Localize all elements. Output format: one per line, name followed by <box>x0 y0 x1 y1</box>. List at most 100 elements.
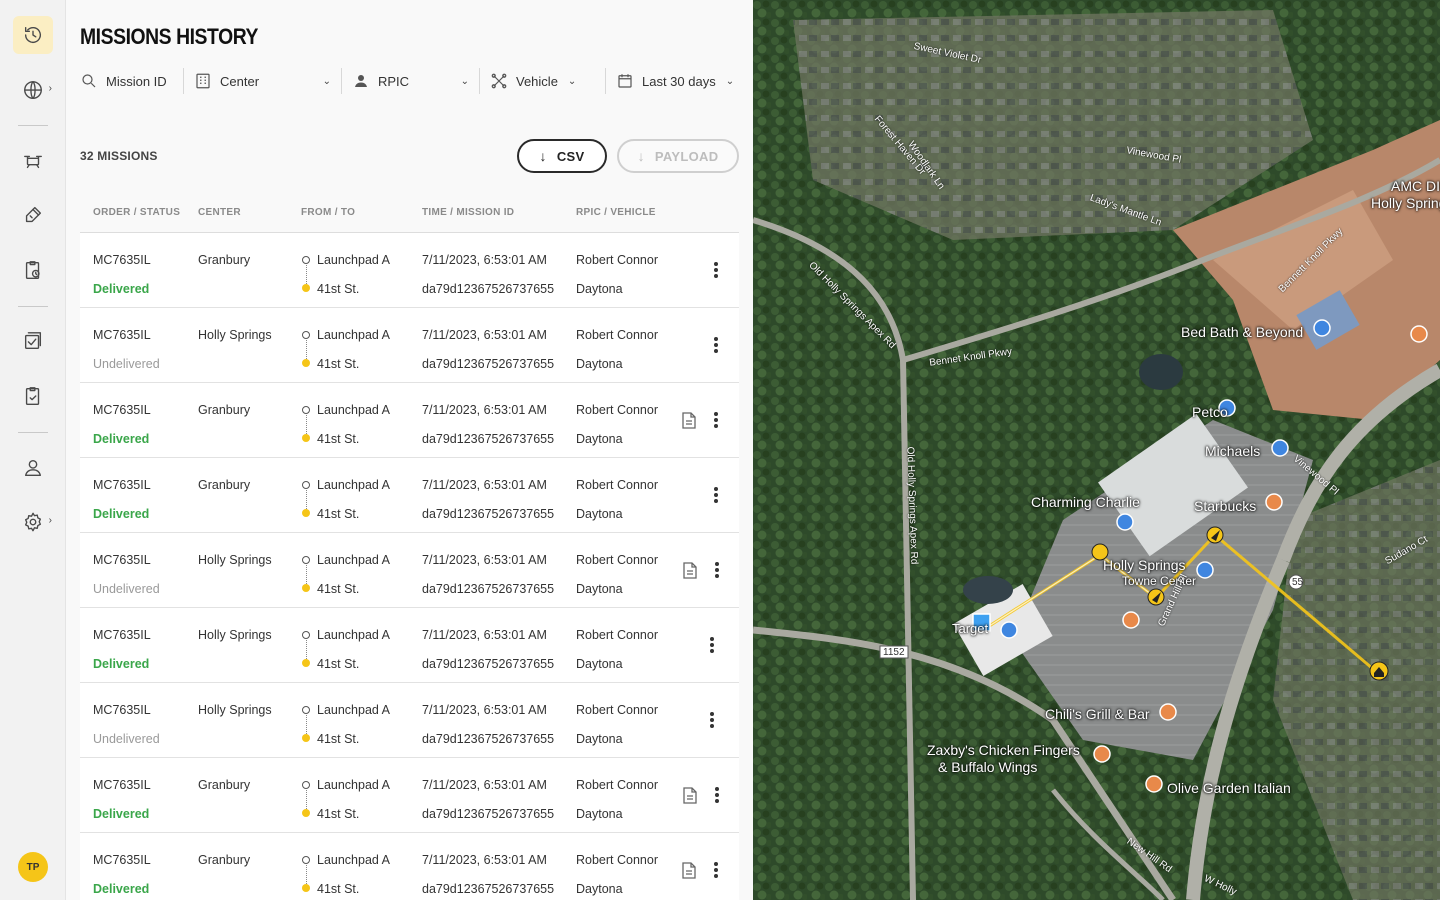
table-row[interactable]: MC7635IL Undelivered Holly Springs Launchpa… <box>80 683 739 758</box>
payload-label: PAYLOAD <box>654 148 719 164</box>
nav-tools[interactable] <box>13 196 53 234</box>
vehicle-name: Daytona <box>576 507 623 521</box>
from-location: Launchpad A <box>317 253 390 267</box>
order-id[interactable]: MC7635IL <box>93 328 151 342</box>
destination-dot-icon <box>302 509 310 517</box>
center-name: Granbury <box>198 253 251 267</box>
status-label: Undelivered <box>93 582 160 596</box>
order-id[interactable]: MC7635IL <box>93 253 151 267</box>
table-row[interactable]: MC7635IL Delivered Granbury Launchpad A 41st… <box>80 233 739 308</box>
mission-id[interactable]: da79d12367526737655 <box>422 657 554 671</box>
document-icon[interactable] <box>682 412 696 429</box>
header-time-mission-id[interactable]: TIME / MISSION ID <box>422 207 514 218</box>
nav-schedule[interactable] <box>13 251 53 289</box>
mission-id[interactable]: da79d12367526737655 <box>422 732 554 746</box>
document-icon[interactable] <box>682 862 696 879</box>
center-dropdown[interactable]: Center ⌄ <box>194 68 342 94</box>
poi-label[interactable]: Starbucks <box>1194 498 1256 514</box>
mission-id[interactable]: da79d12367526737655 <box>422 807 554 821</box>
table-row[interactable]: MC7635IL Delivered Granbury Launchpad A 41st… <box>80 383 739 458</box>
order-id[interactable]: MC7635IL <box>93 628 151 642</box>
order-id[interactable]: MC7635IL <box>93 853 151 867</box>
poi-label[interactable]: Holly Springs <box>1103 557 1185 573</box>
table-row[interactable]: MC7635IL Undelivered Holly Springs Launchpa… <box>80 533 739 608</box>
clipboard-check-icon <box>25 387 40 405</box>
rpic-dropdown[interactable]: RPIC ⌄ <box>352 68 480 94</box>
header-rpic-vehicle[interactable]: RPIC / VEHICLE <box>576 207 656 218</box>
table-row[interactable]: MC7635IL Undelivered Holly Springs Launchpa… <box>80 308 739 383</box>
table-row[interactable]: MC7635IL Delivered Holly Springs Launchpad … <box>80 608 739 683</box>
table-row[interactable]: MC7635IL Delivered Granbury Launchpad A 41st… <box>80 458 739 533</box>
more-options-icon[interactable] <box>710 409 722 431</box>
more-options-icon[interactable] <box>710 259 722 281</box>
nav-user[interactable] <box>13 449 53 487</box>
mission-id[interactable]: da79d12367526737655 <box>422 582 554 596</box>
header-from-to[interactable]: FROM / TO <box>301 207 355 218</box>
csv-button[interactable]: ↓ CSV <box>517 139 607 173</box>
order-id[interactable]: MC7635IL <box>93 778 151 792</box>
nav-globe[interactable]: › <box>13 71 53 109</box>
mission-id[interactable]: da79d12367526737655 <box>422 882 554 896</box>
poi-label[interactable]: Bed Bath & Beyond <box>1181 324 1303 340</box>
map-view[interactable]: AMC DINE Holly Spring Bed Bath & Beyond … <box>753 0 1440 900</box>
to-location: 41st St. <box>317 657 360 671</box>
header-center[interactable]: CENTER <box>198 207 241 218</box>
document-icon[interactable] <box>683 787 697 804</box>
payload-button[interactable]: ↓ PAYLOAD <box>617 139 739 173</box>
more-options-icon[interactable] <box>711 784 723 806</box>
date-range-dropdown[interactable]: Last 30 days ⌄ <box>616 68 746 94</box>
mission-id[interactable]: da79d12367526737655 <box>422 432 554 446</box>
poi-label[interactable]: Michaels <box>1205 443 1260 459</box>
table-row[interactable]: MC7635IL Delivered Granbury Launchpad A 41st… <box>80 758 739 833</box>
nav-settings[interactable]: › <box>13 503 53 541</box>
status-label: Delivered <box>93 432 150 446</box>
poi-label[interactable]: Olive Garden Italian <box>1167 780 1291 796</box>
rpic-name: Robert Connor <box>576 403 658 417</box>
sidebar-divider <box>18 306 48 307</box>
poi-label[interactable]: Target <box>952 621 988 636</box>
gear-icon <box>24 512 42 532</box>
chevron-right-icon: › <box>48 83 52 94</box>
center-name: Holly Springs <box>198 328 272 342</box>
nav-checklist[interactable] <box>13 322 53 360</box>
mission-id[interactable]: da79d12367526737655 <box>422 357 554 371</box>
avatar[interactable]: TP <box>18 852 48 882</box>
poi-label[interactable]: Chili's Grill & Bar <box>1045 706 1150 722</box>
center-label: Center <box>220 73 260 89</box>
origin-dot-icon <box>302 556 310 564</box>
poi-label[interactable]: Petco <box>1192 404 1228 420</box>
poi-label[interactable]: Charming Charlie <box>1031 494 1140 510</box>
mission-id[interactable]: da79d12367526737655 <box>422 507 554 521</box>
order-id[interactable]: MC7635IL <box>93 403 151 417</box>
nav-clipboard-check[interactable] <box>13 377 53 415</box>
order-id[interactable]: MC7635IL <box>93 703 151 717</box>
order-id[interactable]: MC7635IL <box>93 553 151 567</box>
header-order-status[interactable]: ORDER / STATUS <box>93 207 180 218</box>
more-options-icon[interactable] <box>710 484 722 506</box>
table-row[interactable]: MC7635IL Delivered Granbury Launchpad A 41st… <box>80 833 739 900</box>
to-location: 41st St. <box>317 882 360 896</box>
order-id[interactable]: MC7635IL <box>93 478 151 492</box>
destination-dot-icon <box>302 359 310 367</box>
more-options-icon[interactable] <box>711 559 723 581</box>
mission-id-search[interactable]: Mission ID <box>80 68 184 94</box>
route-indicator <box>301 406 311 442</box>
poi-label[interactable]: Zaxby's Chicken Fingers <box>927 742 1080 758</box>
nav-drone[interactable] <box>13 142 53 180</box>
more-options-icon[interactable] <box>706 634 718 656</box>
rpic-name: Robert Connor <box>576 478 658 492</box>
origin-dot-icon <box>302 856 310 864</box>
more-options-icon[interactable] <box>706 709 718 731</box>
from-location: Launchpad A <box>317 703 390 717</box>
document-icon[interactable] <box>683 562 697 579</box>
poi-label[interactable]: Holly Spring <box>1371 195 1440 211</box>
more-options-icon[interactable] <box>710 859 722 881</box>
nav-history[interactable] <box>13 16 53 54</box>
satellite-map <box>753 0 1440 900</box>
vehicle-dropdown[interactable]: Vehicle ⌄ <box>490 68 606 94</box>
mission-id[interactable]: da79d12367526737655 <box>422 282 554 296</box>
poi-label[interactable]: AMC DINE <box>1391 178 1440 194</box>
poi-label[interactable]: & Buffalo Wings <box>938 759 1037 775</box>
chevron-down-icon: ⌄ <box>322 75 331 87</box>
more-options-icon[interactable] <box>710 334 722 356</box>
